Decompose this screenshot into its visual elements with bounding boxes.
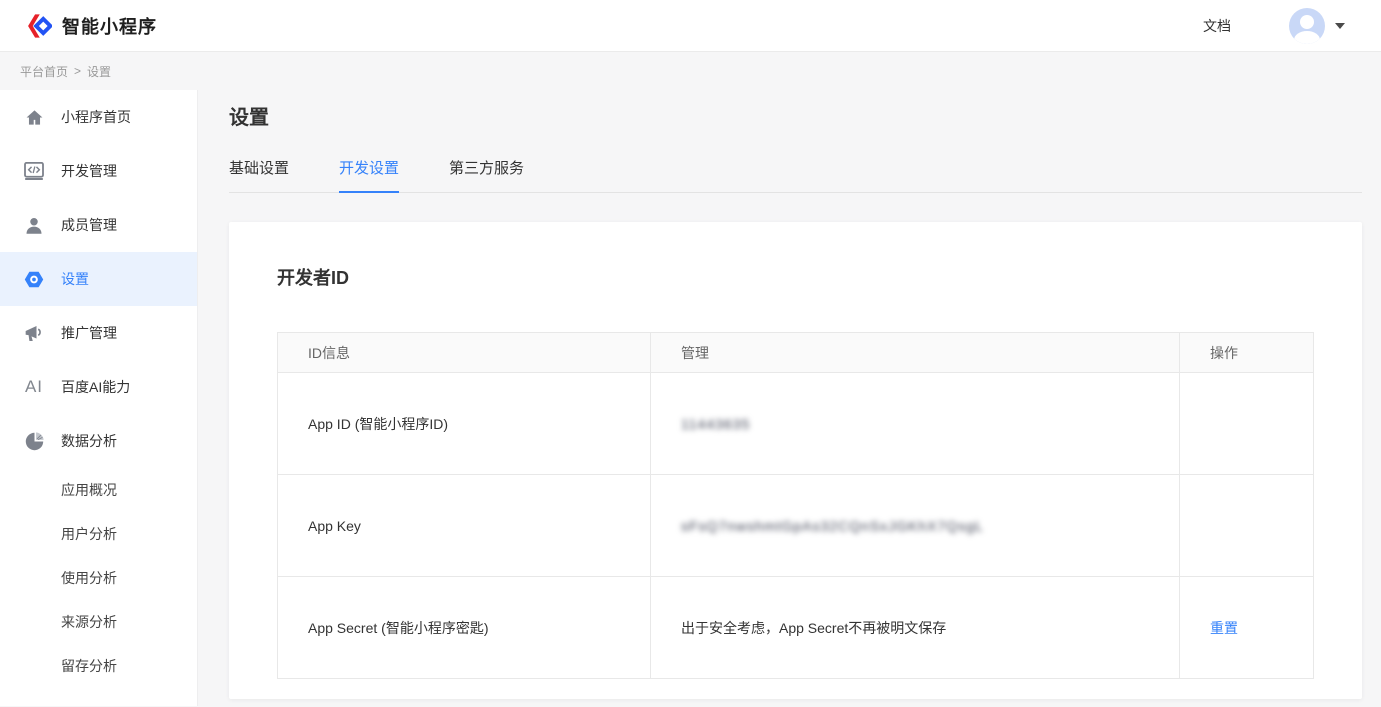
row-label: App ID (智能小程序ID) <box>278 373 651 475</box>
developer-id-heading: 开发者ID <box>277 264 1314 290</box>
avatar[interactable] <box>1289 8 1325 44</box>
reset-link[interactable]: 重置 <box>1210 620 1238 636</box>
breadcrumb: 平台首页 > 设置 <box>0 52 1381 90</box>
ai-icon: AI <box>24 376 44 398</box>
tab-basic-settings[interactable]: 基础设置 <box>229 157 289 193</box>
avatar-head-shape <box>1300 15 1314 29</box>
code-icon <box>24 160 44 182</box>
brand-name: 智能小程序 <box>62 13 157 39</box>
brand-logo[interactable]: 智能小程序 <box>24 12 157 40</box>
table-header-row: ID信息 管理 操作 <box>278 333 1314 373</box>
sidebar-item-baidu-ai[interactable]: AI 百度AI能力 <box>0 360 197 414</box>
sidebar-item-promotion[interactable]: 推广管理 <box>0 306 197 360</box>
sidebar-subitem-app-overview[interactable]: 应用概况 <box>0 468 197 512</box>
sidebar-subitem-usage-analysis[interactable]: 使用分析 <box>0 556 197 600</box>
doc-link[interactable]: 文档 <box>1203 16 1231 36</box>
app-id-value-masked: 11443635 <box>681 416 750 432</box>
settings-tabs: 基础设置 开发设置 第三方服务 <box>229 157 1362 193</box>
main-content: 设置 基础设置 开发设置 第三方服务 开发者ID ID信息 管理 操作 <box>198 90 1381 706</box>
column-header-operation: 操作 <box>1180 333 1314 373</box>
sidebar-item-label: 成员管理 <box>61 215 117 235</box>
sidebar-item-label: 百度AI能力 <box>61 377 130 397</box>
home-icon <box>24 106 44 128</box>
sidebar-item-label: 设置 <box>61 269 89 289</box>
sidebar-item-settings[interactable]: 设置 <box>0 252 197 306</box>
sidebar: 小程序首页 开发管理 成员管理 <box>0 90 198 706</box>
smart-program-logo-icon <box>24 12 52 40</box>
sidebar-item-members[interactable]: 成员管理 <box>0 198 197 252</box>
page-title: 设置 <box>229 101 1362 130</box>
tab-third-party[interactable]: 第三方服务 <box>449 157 524 193</box>
tab-dev-settings[interactable]: 开发设置 <box>339 157 399 193</box>
table-row-app-key: App Key sFsQ7nwshmtGpAs32CQnSxJGKhX7QsgL <box>278 475 1314 577</box>
sidebar-item-dev-management[interactable]: 开发管理 <box>0 144 197 198</box>
app-secret-notice: 出于安全考虑，App Secret不再被明文保存 <box>651 577 1180 679</box>
app-header: 智能小程序 文档 <box>0 0 1381 52</box>
sidebar-item-label: 推广管理 <box>61 323 117 343</box>
sidebar-item-label: 数据分析 <box>61 431 117 451</box>
column-header-id-info: ID信息 <box>278 333 651 373</box>
breadcrumb-current: 设置 <box>87 63 111 80</box>
sidebar-subitem-retention-analysis[interactable]: 留存分析 <box>0 644 197 688</box>
chevron-down-icon[interactable] <box>1335 23 1345 29</box>
sidebar-subitem-source-analysis[interactable]: 来源分析 <box>0 600 197 644</box>
row-label: App Key <box>278 475 651 577</box>
column-header-management: 管理 <box>651 333 1180 373</box>
developer-id-table: ID信息 管理 操作 App ID (智能小程序ID) 11443635 App… <box>277 332 1314 679</box>
sidebar-item-data-analysis[interactable]: 数据分析 <box>0 414 197 468</box>
table-row-app-secret: App Secret (智能小程序密匙) 出于安全考虑，App Secret不再… <box>278 577 1314 679</box>
developer-id-card: 开发者ID ID信息 管理 操作 App ID (智能小程序ID) 114436… <box>229 222 1362 699</box>
pie-chart-icon <box>24 430 44 452</box>
member-icon <box>24 214 44 236</box>
megaphone-icon <box>24 322 44 344</box>
app-key-value-masked: sFsQ7nwshmtGpAs32CQnSxJGKhX7QsgL <box>681 518 984 534</box>
row-label: App Secret (智能小程序密匙) <box>278 577 651 679</box>
row-action-empty <box>1180 475 1314 577</box>
sidebar-item-home[interactable]: 小程序首页 <box>0 90 197 144</box>
sidebar-item-label: 开发管理 <box>61 161 117 181</box>
breadcrumb-home[interactable]: 平台首页 <box>20 63 68 80</box>
breadcrumb-separator: > <box>74 64 81 78</box>
sidebar-subitem-user-analysis[interactable]: 用户分析 <box>0 512 197 556</box>
sidebar-item-label: 小程序首页 <box>61 107 131 127</box>
table-row-app-id: App ID (智能小程序ID) 11443635 <box>278 373 1314 475</box>
avatar-body-shape <box>1294 31 1320 44</box>
row-action-empty <box>1180 373 1314 475</box>
settings-icon <box>24 268 44 290</box>
